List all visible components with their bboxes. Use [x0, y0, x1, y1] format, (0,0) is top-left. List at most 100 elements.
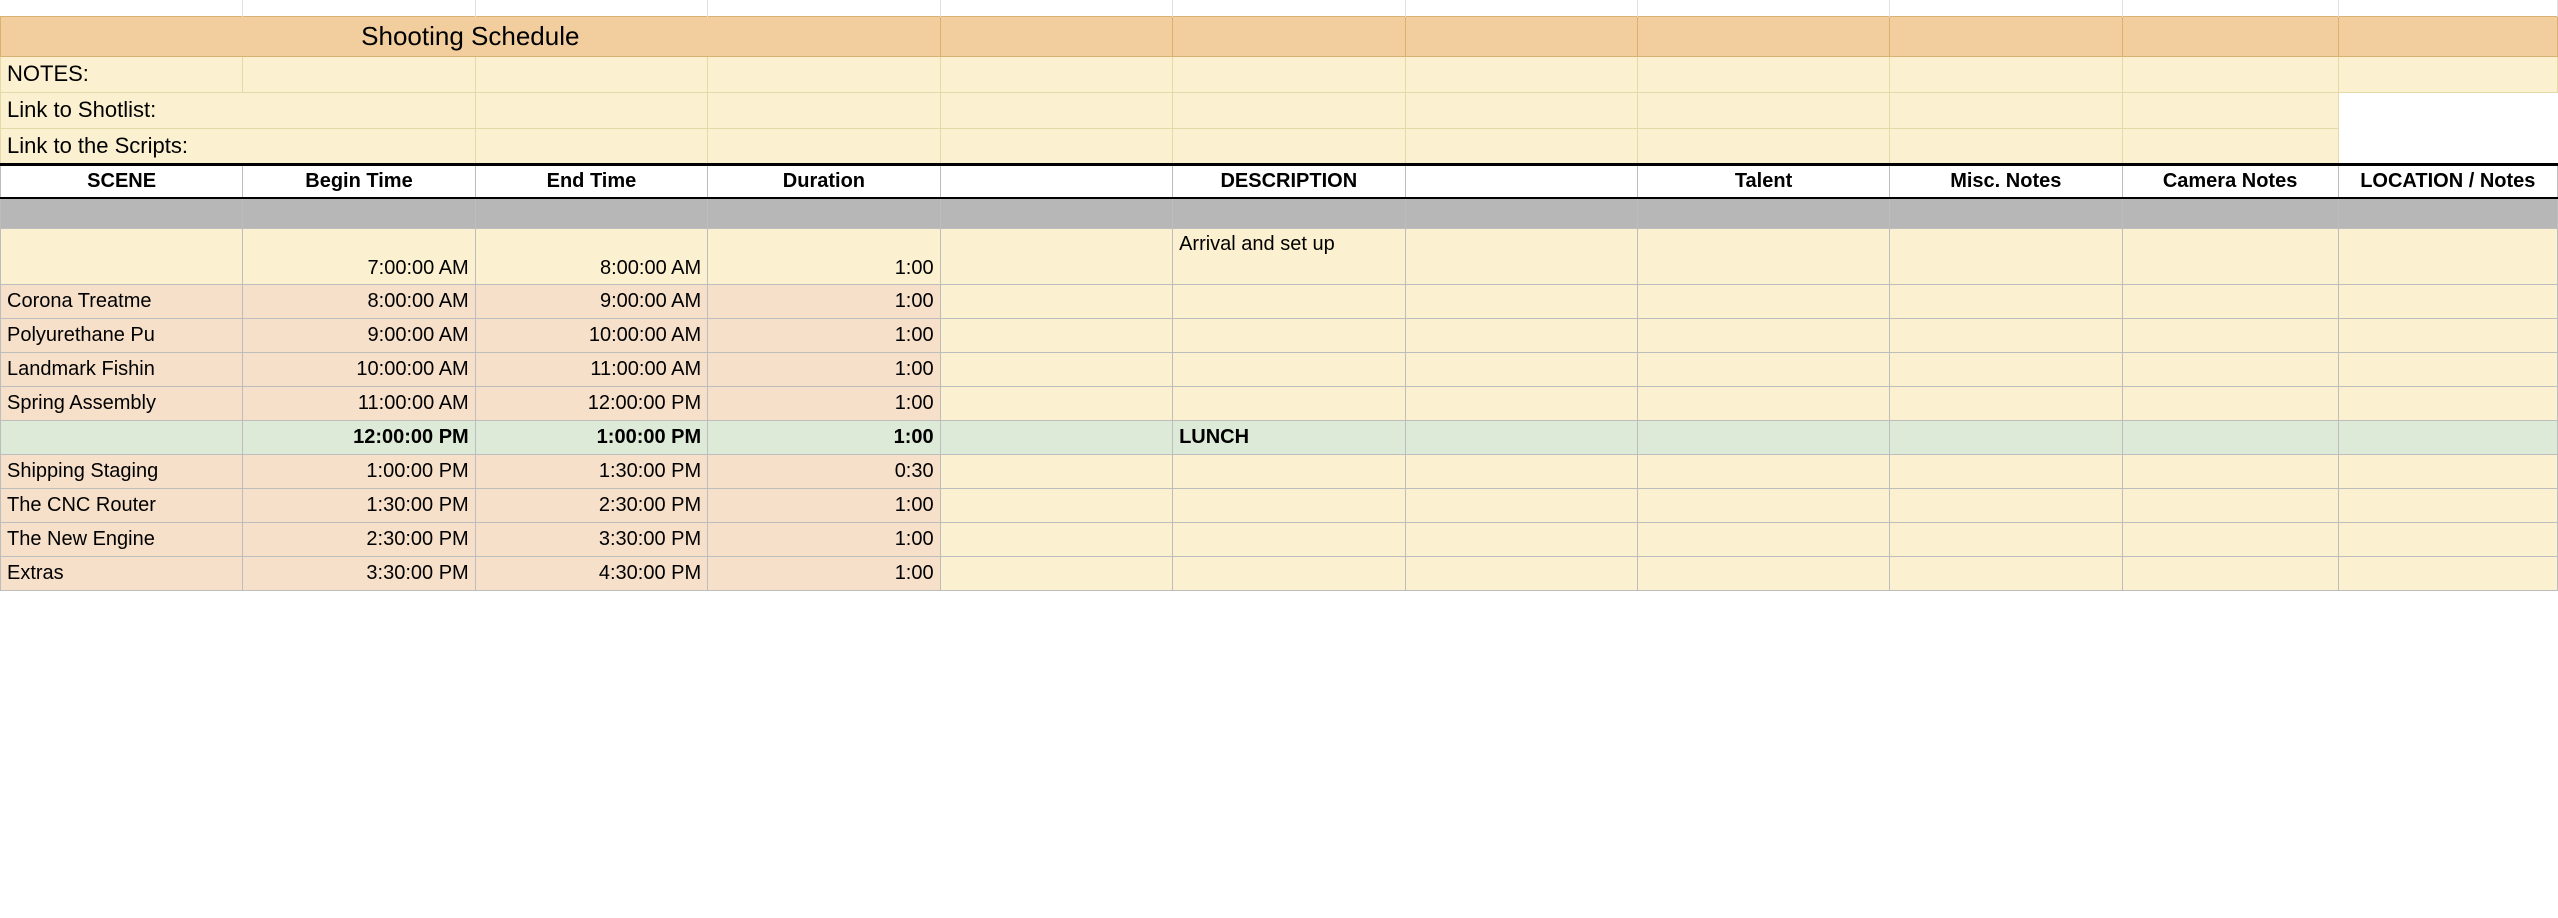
begin-time-cell[interactable]: 8:00:00 AM	[243, 284, 475, 318]
camera-notes-cell[interactable]	[2122, 352, 2338, 386]
end-time-cell[interactable]: 11:00:00 AM	[475, 352, 707, 386]
talent-cell[interactable]	[1637, 228, 1889, 284]
description-cell[interactable]	[1173, 522, 1405, 556]
end-time-cell[interactable]: 10:00:00 AM	[475, 318, 707, 352]
location-cell[interactable]	[2338, 420, 2557, 454]
gap-cell[interactable]	[940, 556, 1172, 590]
begin-time-cell[interactable]: 11:00:00 AM	[243, 386, 475, 420]
scene-cell[interactable]	[1, 228, 243, 284]
duration-cell[interactable]: 1:00	[708, 488, 940, 522]
misc-notes-cell[interactable]	[1890, 488, 2122, 522]
misc-notes-cell[interactable]	[1890, 284, 2122, 318]
misc-notes-cell[interactable]	[1890, 420, 2122, 454]
scene-cell[interactable]: Extras	[1, 556, 243, 590]
description-cell[interactable]	[1173, 352, 1405, 386]
gap-cell[interactable]	[1405, 454, 1637, 488]
talent-cell[interactable]	[1637, 420, 1889, 454]
header-begin-time[interactable]: Begin Time	[243, 164, 475, 198]
gap-cell[interactable]	[1405, 522, 1637, 556]
begin-time-cell[interactable]: 1:00:00 PM	[243, 454, 475, 488]
talent-cell[interactable]	[1637, 386, 1889, 420]
scene-cell[interactable]	[1, 420, 243, 454]
header-misc-notes[interactable]: Misc. Notes	[1890, 164, 2122, 198]
end-time-cell[interactable]: 4:30:00 PM	[475, 556, 707, 590]
gap-cell[interactable]	[940, 228, 1172, 284]
location-cell[interactable]	[2338, 556, 2557, 590]
gap-cell[interactable]	[940, 522, 1172, 556]
duration-cell[interactable]: 1:00	[708, 284, 940, 318]
begin-time-cell[interactable]: 3:30:00 PM	[243, 556, 475, 590]
begin-time-cell[interactable]: 1:30:00 PM	[243, 488, 475, 522]
scene-cell[interactable]: Corona Treatme	[1, 284, 243, 318]
begin-time-cell[interactable]: 10:00:00 AM	[243, 352, 475, 386]
misc-notes-cell[interactable]	[1890, 522, 2122, 556]
gap-cell[interactable]	[940, 318, 1172, 352]
gap-cell[interactable]	[940, 454, 1172, 488]
scene-cell[interactable]: Shipping Staging	[1, 454, 243, 488]
header-end-time[interactable]: End Time	[475, 164, 707, 198]
misc-notes-cell[interactable]	[1890, 318, 2122, 352]
talent-cell[interactable]	[1637, 352, 1889, 386]
location-cell[interactable]	[2338, 488, 2557, 522]
camera-notes-cell[interactable]	[2122, 386, 2338, 420]
talent-cell[interactable]	[1637, 284, 1889, 318]
gap-cell[interactable]	[940, 420, 1172, 454]
end-time-cell[interactable]: 9:00:00 AM	[475, 284, 707, 318]
location-cell[interactable]	[2338, 522, 2557, 556]
gap-cell[interactable]	[1405, 228, 1637, 284]
begin-time-cell[interactable]: 2:30:00 PM	[243, 522, 475, 556]
header-scene[interactable]: SCENE	[1, 164, 243, 198]
title-cell[interactable]: Shooting Schedule	[1, 16, 941, 56]
location-cell[interactable]	[2338, 454, 2557, 488]
scene-cell[interactable]: The New Engine	[1, 522, 243, 556]
duration-cell[interactable]: 0:30	[708, 454, 940, 488]
camera-notes-cell[interactable]	[2122, 488, 2338, 522]
gap-cell[interactable]	[940, 284, 1172, 318]
header-duration[interactable]: Duration	[708, 164, 940, 198]
camera-notes-cell[interactable]	[2122, 284, 2338, 318]
talent-cell[interactable]	[1637, 318, 1889, 352]
camera-notes-cell[interactable]	[2122, 420, 2338, 454]
header-camera-notes[interactable]: Camera Notes	[2122, 164, 2338, 198]
misc-notes-cell[interactable]	[1890, 454, 2122, 488]
talent-cell[interactable]	[1637, 488, 1889, 522]
gap-cell[interactable]	[1405, 318, 1637, 352]
description-cell[interactable]	[1173, 556, 1405, 590]
end-time-cell[interactable]: 1:00:00 PM	[475, 420, 707, 454]
scene-cell[interactable]: Spring Assembly	[1, 386, 243, 420]
misc-notes-cell[interactable]	[1890, 352, 2122, 386]
misc-notes-cell[interactable]	[1890, 228, 2122, 284]
duration-cell[interactable]: 1:00	[708, 228, 940, 284]
camera-notes-cell[interactable]	[2122, 556, 2338, 590]
end-time-cell[interactable]: 2:30:00 PM	[475, 488, 707, 522]
header-location[interactable]: LOCATION / Notes	[2338, 164, 2557, 198]
description-cell[interactable]	[1173, 488, 1405, 522]
location-cell[interactable]	[2338, 228, 2557, 284]
scene-cell[interactable]: Polyurethane Pu	[1, 318, 243, 352]
begin-time-cell[interactable]: 7:00:00 AM	[243, 228, 475, 284]
gap-cell[interactable]	[1405, 386, 1637, 420]
scene-cell[interactable]: The CNC Router	[1, 488, 243, 522]
gap-cell[interactable]	[940, 386, 1172, 420]
gap-cell[interactable]	[1405, 556, 1637, 590]
duration-cell[interactable]: 1:00	[708, 556, 940, 590]
gap-cell[interactable]	[1405, 352, 1637, 386]
begin-time-cell[interactable]: 9:00:00 AM	[243, 318, 475, 352]
begin-time-cell[interactable]: 12:00:00 PM	[243, 420, 475, 454]
description-cell[interactable]	[1173, 454, 1405, 488]
talent-cell[interactable]	[1637, 556, 1889, 590]
misc-notes-cell[interactable]	[1890, 386, 2122, 420]
scripts-link-label[interactable]: Link to the Scripts:	[1, 128, 476, 164]
description-cell[interactable]: Arrival and set up	[1173, 228, 1405, 284]
header-description[interactable]: DESCRIPTION	[1173, 164, 1405, 198]
talent-cell[interactable]	[1637, 454, 1889, 488]
gap-cell[interactable]	[1405, 420, 1637, 454]
duration-cell[interactable]: 1:00	[708, 522, 940, 556]
talent-cell[interactable]	[1637, 522, 1889, 556]
gap-cell[interactable]	[1405, 488, 1637, 522]
camera-notes-cell[interactable]	[2122, 522, 2338, 556]
duration-cell[interactable]: 1:00	[708, 352, 940, 386]
camera-notes-cell[interactable]	[2122, 454, 2338, 488]
end-time-cell[interactable]: 8:00:00 AM	[475, 228, 707, 284]
header-talent[interactable]: Talent	[1637, 164, 1889, 198]
